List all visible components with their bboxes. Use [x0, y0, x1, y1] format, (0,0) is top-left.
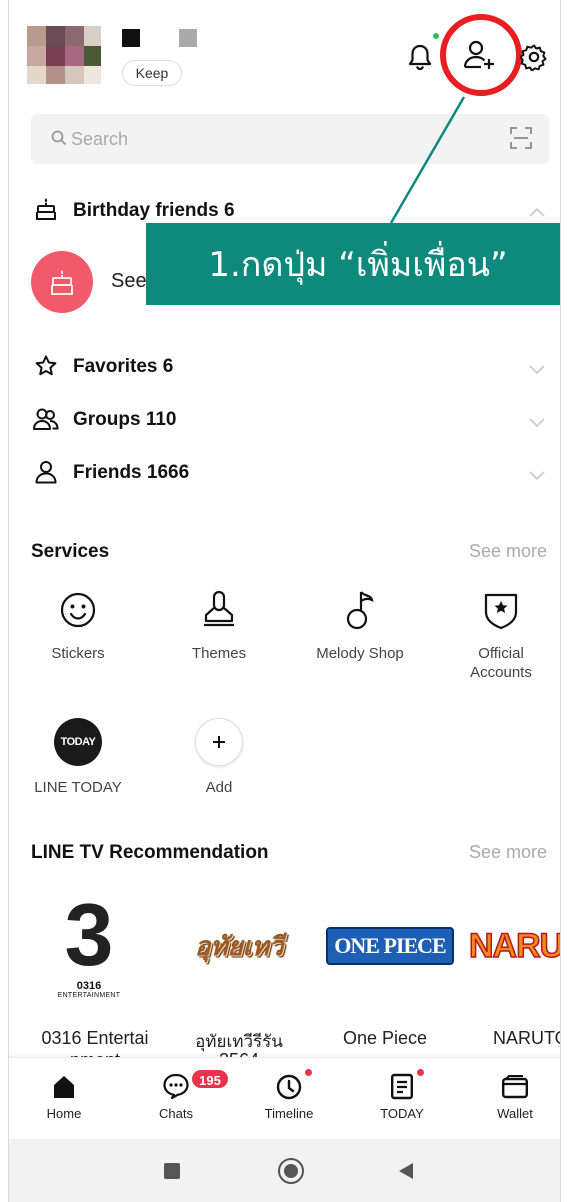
highlight-circle	[440, 14, 522, 96]
smiley-icon	[56, 588, 100, 632]
today-icon: TODAY	[54, 718, 102, 766]
tv-logo-text: NARUTO	[468, 926, 561, 966]
star-icon	[35, 355, 57, 382]
service-line-today[interactable]: TODAY LINE TODAY	[24, 718, 132, 797]
scan-icon[interactable]	[510, 127, 532, 154]
favorites-row[interactable]: Favorites 6	[73, 356, 173, 378]
news-icon	[357, 1070, 447, 1100]
clock-icon	[244, 1070, 334, 1100]
home-icon	[19, 1070, 109, 1100]
tv-thumb-one-piece[interactable]: ONE PIECE	[326, 882, 454, 1010]
system-nav-bar	[9, 1139, 560, 1202]
nav-wallet[interactable]: Wallet	[470, 1070, 560, 1121]
home-circle-icon[interactable]	[278, 1158, 304, 1184]
annotation-pointer-line	[389, 96, 466, 224]
service-label: Themes	[191, 645, 247, 662]
back-triangle-icon[interactable]	[398, 1162, 414, 1185]
nav-label: Timeline	[264, 1106, 314, 1121]
service-add[interactable]: Add	[165, 718, 273, 797]
bottom-nav: Home Chats Timeline TODAY Wallet	[9, 1057, 560, 1139]
tv-label[interactable]: 0316 Entertai	[25, 1028, 165, 1049]
status-marker	[179, 29, 197, 47]
service-themes[interactable]: Themes	[165, 588, 273, 663]
tv-label[interactable]: One Piece	[315, 1028, 455, 1049]
tv-logo-sub: 0316	[76, 979, 102, 992]
status-marker	[122, 29, 140, 47]
service-label: LINE TODAY	[34, 779, 122, 796]
services-see-more-link[interactable]: See more	[469, 541, 547, 562]
tv-label[interactable]: NARUTO	[461, 1028, 560, 1049]
nav-label: Home	[46, 1106, 82, 1121]
tv-thumb-0316[interactable]: 3 0316 ENTERTAINMENT	[25, 882, 153, 1010]
nav-today[interactable]: TODAY	[357, 1070, 447, 1121]
tv-thumb-uthai-thewi[interactable]: อุทัยเทวี	[175, 882, 303, 1010]
tv-logo-text: อุทัยเทวี	[194, 931, 284, 962]
nav-home[interactable]: Home	[19, 1070, 109, 1121]
birthday-see-text[interactable]: See	[111, 270, 147, 293]
notification-dot	[433, 33, 439, 39]
nav-label: Wallet	[497, 1106, 533, 1121]
app-frame: Keep Search Birthday friends 6 See 1.กดป…	[8, 0, 561, 1202]
service-melody-shop[interactable]: Melody Shop	[306, 588, 414, 663]
groups-row[interactable]: Groups 110	[73, 409, 177, 431]
tv-logo-text: 3	[64, 884, 114, 984]
bell-icon[interactable]	[403, 40, 437, 74]
wallet-icon	[470, 1070, 560, 1100]
nav-label: Chats	[159, 1106, 193, 1121]
service-label: Add	[205, 779, 233, 796]
chevron-down-icon[interactable]	[529, 468, 545, 486]
keep-button[interactable]: Keep	[122, 60, 182, 86]
search-icon	[51, 130, 67, 151]
chevron-down-icon[interactable]	[529, 415, 545, 433]
service-stickers[interactable]: Stickers	[24, 588, 132, 663]
birthday-friends-header[interactable]: Birthday friends 6	[73, 200, 235, 222]
profile-avatar[interactable]	[27, 26, 101, 84]
timeline-new-dot	[305, 1069, 312, 1076]
instruction-callout: 1.กดปุ่ม “เพิ่มเพื่อน”	[146, 223, 560, 305]
tv-thumb-naruto[interactable]: NARUTO	[468, 882, 561, 1010]
service-label: Official Accounts	[470, 645, 532, 681]
groups-icon	[33, 407, 59, 436]
line-tv-see-more-link[interactable]: See more	[469, 842, 547, 863]
tv-logo-sub2: ENTERTAINMENT	[57, 991, 121, 999]
chevron-up-icon[interactable]	[529, 204, 545, 220]
service-official-accounts[interactable]: Official Accounts	[447, 588, 555, 682]
tv-logo-text: ONE PIECE	[326, 927, 454, 965]
person-icon	[35, 460, 57, 489]
music-note-icon	[338, 588, 382, 632]
chevron-down-icon[interactable]	[529, 362, 545, 380]
settings-gear-icon[interactable]	[517, 40, 551, 74]
plus-icon	[195, 718, 243, 766]
service-label: Stickers	[51, 645, 105, 662]
nav-timeline[interactable]: Timeline	[244, 1070, 334, 1121]
recent-apps-icon[interactable]	[164, 1163, 180, 1179]
friends-row[interactable]: Friends 1666	[73, 462, 189, 484]
birthday-avatar[interactable]	[31, 251, 93, 313]
line-tv-title: LINE TV Recommendation	[31, 842, 269, 863]
nav-label: TODAY	[380, 1106, 424, 1121]
search-input[interactable]: Search	[71, 129, 128, 150]
service-label: Melody Shop	[316, 645, 404, 662]
services-title: Services	[31, 541, 110, 562]
chats-unread-badge: 195	[190, 1068, 230, 1090]
cake-icon	[35, 197, 57, 226]
shield-star-icon	[479, 588, 523, 632]
today-new-dot	[417, 1069, 424, 1076]
brush-icon	[197, 588, 241, 632]
